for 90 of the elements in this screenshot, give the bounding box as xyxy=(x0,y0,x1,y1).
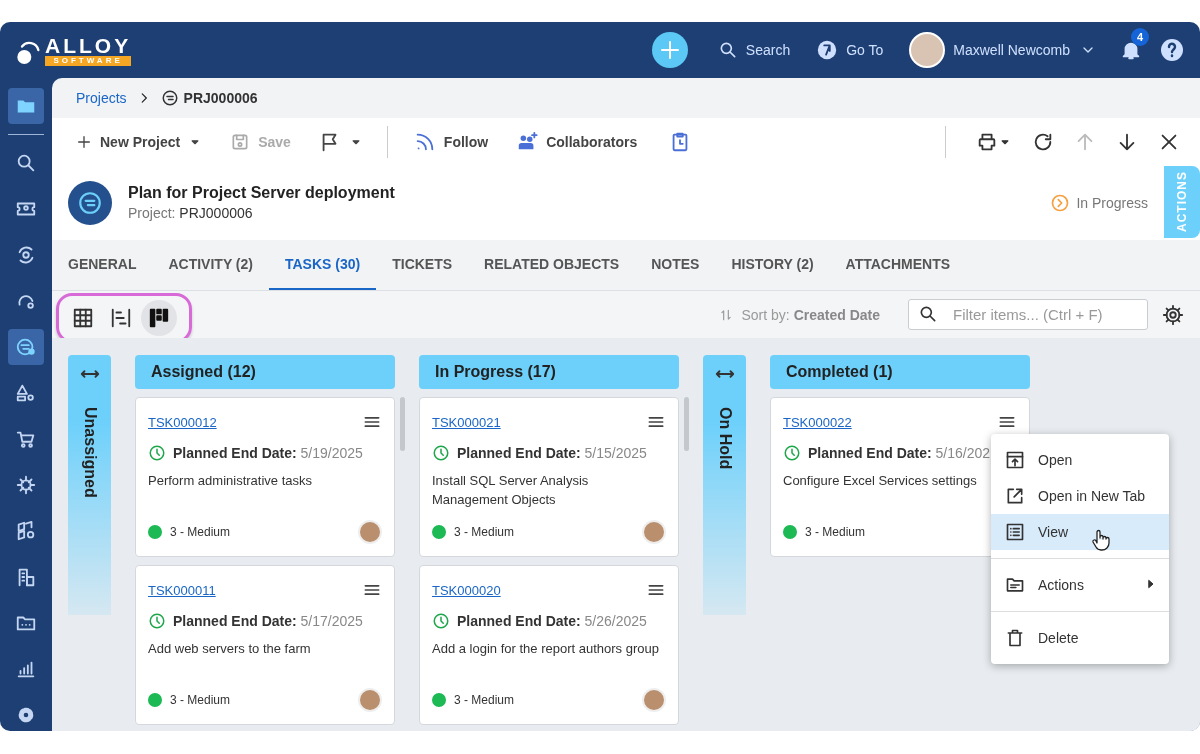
breadcrumb-current: PRJ000006 xyxy=(183,90,258,106)
task-description: Add web servers to the farm xyxy=(148,640,312,658)
column-header: Completed (1) xyxy=(770,355,1030,389)
grid-icon xyxy=(72,306,94,329)
trash-icon xyxy=(1005,628,1025,648)
planned-end-date: Planned End Date: 5/15/2025 xyxy=(457,445,647,461)
follow-button[interactable]: Follow xyxy=(403,124,499,159)
go-to-button[interactable]: Go To xyxy=(816,39,884,61)
task-description: Configure Excel Services settings xyxy=(783,472,978,490)
tab[interactable]: ACTIVITY (2) xyxy=(152,240,269,290)
help-icon[interactable] xyxy=(1160,38,1184,62)
project-icon xyxy=(160,89,179,107)
plus-icon xyxy=(76,133,92,150)
collapsed-column[interactable]: Unassigned xyxy=(68,355,111,615)
collapsed-column[interactable]: On Hold xyxy=(703,355,746,615)
notification-badge: 4 xyxy=(1131,28,1149,46)
breadcrumb-link[interactable]: Projects xyxy=(76,90,127,106)
status-chevron-icon xyxy=(1050,192,1071,213)
sidebar-item[interactable] xyxy=(8,329,44,365)
planned-end-date: Planned End Date: 5/16/202 xyxy=(808,445,991,461)
clock-icon xyxy=(148,444,166,462)
column-header: In Progress (17) xyxy=(419,355,679,389)
view-toggle[interactable] xyxy=(141,299,177,336)
new-project-button[interactable]: New Project xyxy=(66,127,213,156)
add-button[interactable] xyxy=(651,32,688,68)
task-link[interactable]: TSK000021 xyxy=(432,414,501,430)
settings-icon xyxy=(1162,303,1184,326)
kanban-icon xyxy=(148,306,170,329)
task-card[interactable]: TSK000020 Planned End Date: 5/26/2025 Add a login for the report authors group 3 - Medium xyxy=(419,565,679,725)
tab[interactable]: RELATED OBJECTS xyxy=(468,240,636,290)
user-avatar[interactable] xyxy=(909,32,946,68)
menu-item[interactable]: View xyxy=(991,514,1169,550)
scrollbar[interactable] xyxy=(400,397,405,451)
task-link[interactable]: TSK000020 xyxy=(432,582,501,598)
clock-icon xyxy=(432,612,450,630)
task-link[interactable]: TSK000011 xyxy=(148,582,216,598)
search-button[interactable]: Search xyxy=(717,40,791,60)
project-icon xyxy=(77,189,103,216)
task-link[interactable]: TSK000012 xyxy=(148,414,217,430)
bug-gear-icon xyxy=(15,474,37,496)
user-menu[interactable]: Maxwell Newcomb xyxy=(953,42,1096,58)
planned-end-date: Planned End Date: 5/17/2025 xyxy=(173,613,363,629)
filter-field[interactable]: Filter items... (Ctrl + F) xyxy=(908,299,1148,330)
project-icon xyxy=(15,336,37,358)
column-header: Assigned (12) xyxy=(135,355,395,389)
planned-end-date: Planned End Date: 5/26/2025 xyxy=(457,613,647,629)
status-label: In Progress xyxy=(1076,194,1148,211)
priority-label: 3 - Medium xyxy=(454,693,515,707)
project-subtitle: Project: PRJ000006 xyxy=(128,205,254,221)
tiles-gear-icon xyxy=(15,520,37,542)
tab[interactable]: NOTES xyxy=(635,240,716,290)
tab[interactable]: HISTORY (2) xyxy=(715,240,830,290)
tab[interactable]: TICKETS xyxy=(376,240,469,290)
sidebar-item[interactable] xyxy=(8,88,44,124)
clock-icon xyxy=(783,444,801,462)
arrow-circle-icon xyxy=(816,39,839,61)
menu-item[interactable]: Actions xyxy=(991,567,1169,603)
shapes-gear-icon xyxy=(15,382,37,404)
tab[interactable]: ATTACHMENTS xyxy=(829,240,967,290)
clock-icon xyxy=(148,612,166,630)
task-description: Perform administrative tasks xyxy=(148,472,313,490)
task-card[interactable]: TSK000011 Planned End Date: 5/17/2025 Add web servers to the farm 3 - Medium xyxy=(135,565,395,725)
column-title: On Hold xyxy=(715,407,734,470)
menu-item[interactable]: Delete xyxy=(991,620,1169,656)
open-window-icon xyxy=(1005,450,1025,470)
sort-icon xyxy=(719,307,734,322)
task-card[interactable]: TSK000021 Planned End Date: 5/15/2025 Install SQL Server Analysis Management Objects 3 - Medium xyxy=(419,397,679,557)
settings-button[interactable] xyxy=(1162,303,1184,326)
column-title: Unassigned xyxy=(80,407,99,498)
collaborators-button[interactable]: Collaborators xyxy=(506,124,648,159)
planned-end-date: Planned End Date: 5/19/2025 xyxy=(173,445,363,461)
priority-label: 3 - Medium xyxy=(170,525,231,539)
search-icon xyxy=(15,152,37,174)
external-link-icon xyxy=(1005,486,1025,506)
scrollbar[interactable] xyxy=(684,397,689,451)
logo-name: ALLOY xyxy=(45,34,132,56)
priority-label: 3 - Medium xyxy=(454,525,515,539)
folder-icon xyxy=(1005,575,1025,595)
priority-label: 3 - Medium xyxy=(170,693,231,707)
tab[interactable]: GENERAL xyxy=(52,240,153,290)
clock-icon xyxy=(432,444,450,462)
list-icon xyxy=(1005,522,1025,542)
task-description: Install SQL Server Analysis Management Objects xyxy=(432,472,590,509)
project-title: Plan for Project Server deployment xyxy=(128,184,395,202)
priority-label: 3 - Medium xyxy=(805,525,866,539)
task-link[interactable]: TSK000022 xyxy=(783,414,852,430)
logo-tagline: SOFTWARE xyxy=(45,55,132,66)
task-card[interactable]: TSK000012 Planned End Date: 5/19/2025 Perform administrative tasks 3 - Medium xyxy=(135,397,395,557)
gantt-icon xyxy=(110,306,132,329)
task-description: Add a login for the report authors group xyxy=(432,640,660,658)
